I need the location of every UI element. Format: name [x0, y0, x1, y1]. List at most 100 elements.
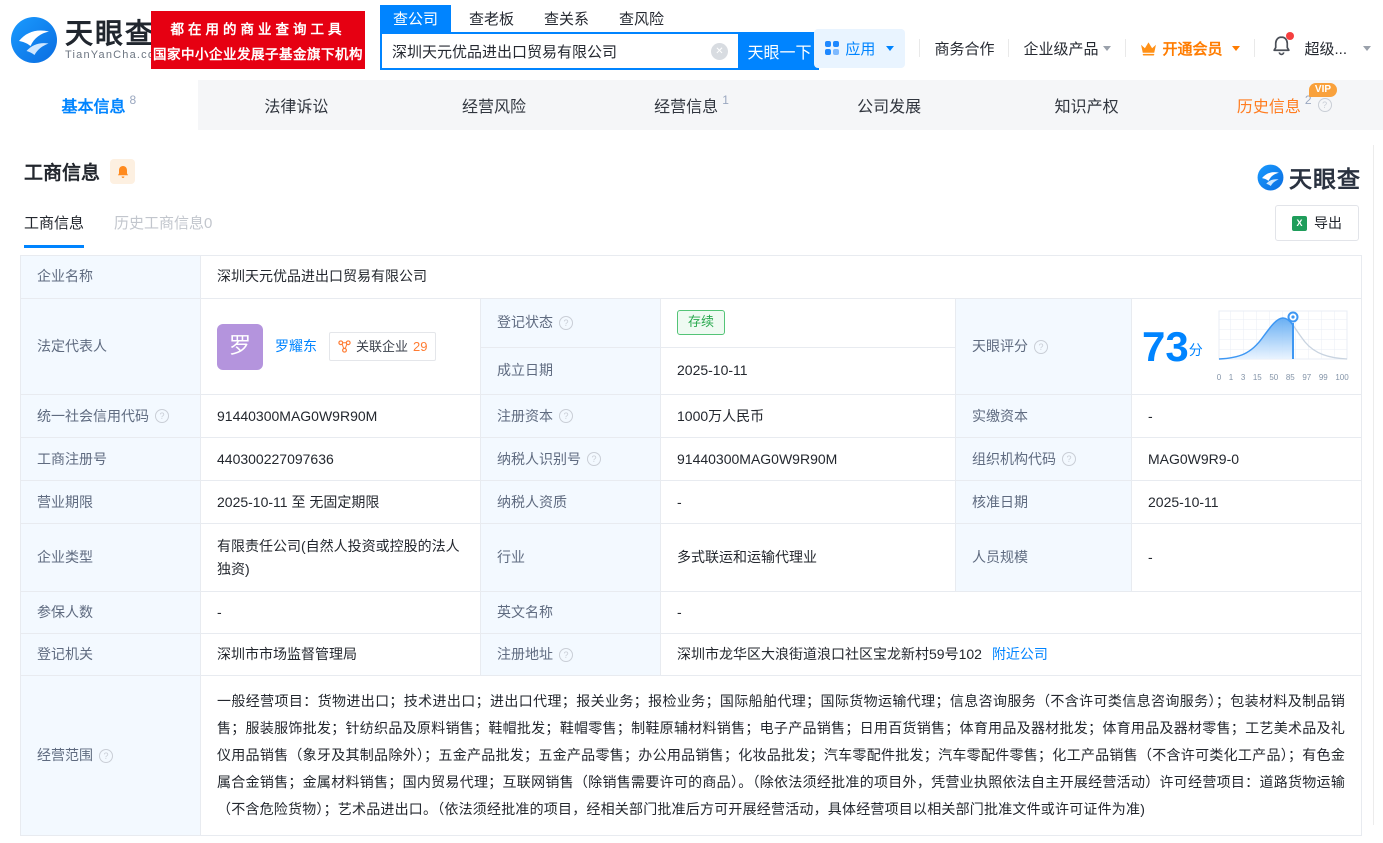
taxpayer-id-value: 91440300MAG0W9R90M — [661, 438, 956, 481]
search-area: 查公司 查老板 查关系 查风险 天眼一下 — [380, 5, 819, 70]
vip-badge: VIP — [1309, 83, 1337, 97]
nearby-companies-link[interactable]: 附近公司 — [992, 646, 1048, 662]
subtabs: 工商信息 历史工商信息0 — [24, 212, 212, 248]
establish-date-value: 2025-10-11 — [661, 347, 956, 395]
reg-capital-value: 1000万人民币 — [661, 395, 956, 438]
search-tab-risk[interactable]: 查风险 — [619, 5, 664, 32]
help-icon[interactable] — [99, 749, 113, 763]
tianyancha-company-page: 天眼查 TianYanCha.com 都在用的商业查询工具 国家中小企业发展子基… — [0, 0, 1383, 843]
search-tab-company[interactable]: 查公司 — [380, 5, 451, 32]
credit-code-label: 统一社会信用代码 — [37, 405, 184, 428]
address-value: 深圳市龙华区大浪街道浪口社区宝龙新村59号102 — [677, 646, 982, 662]
table-row: 企业类型 有限责任公司(自然人投资或控股的法人独资) 行业 多式联运和运输代理业… — [21, 524, 1362, 592]
score-axis-ticks: 0131550859799100 — [1217, 371, 1349, 384]
chevron-down-icon[interactable] — [1363, 46, 1371, 51]
divider — [1008, 39, 1009, 57]
clear-search-icon[interactable] — [711, 43, 728, 60]
industry-label: 行业 — [481, 524, 661, 592]
score-unit: 分 — [1189, 342, 1203, 358]
reg-authority-value: 深圳市市场监督管理局 — [201, 634, 481, 676]
chevron-down-icon — [886, 46, 894, 51]
score-distribution-chart: 0131550859799100 — [1217, 309, 1349, 384]
status-badge: 存续 — [677, 310, 725, 335]
industry-value: 多式联运和运输代理业 — [661, 524, 956, 592]
menu-enterprise-products[interactable]: 企业级产品 — [1023, 38, 1111, 59]
company-type-value: 有限责任公司(自然人投资或控股的法人独资) — [201, 524, 481, 592]
company-name-label: 企业名称 — [21, 256, 201, 299]
insured-label: 参保人数 — [21, 592, 201, 634]
tab-operation-risk[interactable]: 经营风险 — [395, 80, 593, 130]
account-menu[interactable]: 超级... — [1304, 38, 1347, 59]
subscribe-bell-button[interactable] — [110, 159, 135, 184]
help-icon[interactable] — [1318, 98, 1332, 112]
tab-business-info[interactable]: 经营信息 1 — [593, 80, 791, 130]
taxpayer-id-label: 纳税人识别号 — [497, 448, 644, 471]
excel-icon — [1292, 216, 1307, 231]
help-icon[interactable] — [587, 452, 601, 466]
notifications-bell[interactable] — [1271, 35, 1292, 61]
tab-history-info[interactable]: 历史信息 2 VIP — [1185, 80, 1383, 130]
help-icon[interactable] — [559, 409, 573, 423]
taxpayer-qual-label: 纳税人资质 — [481, 481, 661, 524]
open-vip-button[interactable]: 开通会员 — [1140, 38, 1240, 59]
tab-basic-info[interactable]: 基本信息 8 — [0, 80, 198, 130]
avatar[interactable]: 罗 — [217, 324, 263, 370]
section-title: 工商信息 — [24, 158, 100, 185]
top-menu: 应用 商务合作 企业级产品 开通会员 超级... — [814, 26, 1377, 70]
tab-company-development[interactable]: 公司发展 — [790, 80, 988, 130]
divider — [1125, 39, 1126, 57]
promo-banner: 都在用的商业查询工具 国家中小企业发展子基金旗下机构 — [151, 11, 365, 69]
promo-line1: 都在用的商业查询工具 — [171, 18, 346, 38]
tianyancha-logo-icon — [10, 16, 58, 64]
help-icon[interactable] — [559, 316, 573, 330]
tab-intellectual-property[interactable]: 知识产权 — [988, 80, 1186, 130]
approval-date-label: 核准日期 — [956, 481, 1132, 524]
apps-icon — [825, 41, 839, 55]
reg-capital-label: 注册资本 — [497, 405, 644, 428]
paid-capital-label: 实缴资本 — [956, 395, 1132, 438]
scrollbar[interactable] — [1373, 145, 1374, 825]
english-name-value: - — [661, 592, 1362, 634]
staff-size-label: 人员规模 — [956, 524, 1132, 592]
watermark-logo: 天眼查 — [1257, 160, 1361, 194]
related-companies-badge[interactable]: 关联企业 29 — [329, 332, 436, 361]
company-name-value: 深圳天元优品进出口贸易有限公司 — [201, 256, 1362, 299]
crown-icon — [1140, 41, 1157, 56]
help-icon[interactable] — [1062, 452, 1076, 466]
establish-date-label: 成立日期 — [481, 347, 661, 395]
reg-status-label: 登记状态 — [497, 311, 644, 334]
tianyancha-logo-icon — [1257, 164, 1284, 191]
apps-menu[interactable]: 应用 — [814, 29, 905, 68]
credit-code-value: 91440300MAG0W9R90M — [201, 395, 481, 438]
search-tabs: 查公司 查老板 查关系 查风险 — [380, 5, 819, 32]
search-input[interactable] — [392, 43, 711, 60]
tab-label: 基本信息 — [61, 93, 125, 117]
search-tab-boss[interactable]: 查老板 — [469, 5, 514, 32]
related-count: 29 — [413, 336, 427, 357]
help-icon[interactable] — [155, 409, 169, 423]
subtab-history-registration[interactable]: 历史工商信息0 — [114, 212, 212, 248]
tab-label: 经营信息 — [654, 93, 718, 117]
legal-rep-link[interactable]: 罗耀东 — [275, 335, 317, 358]
tab-label: 经营风险 — [462, 93, 526, 117]
apps-label: 应用 — [845, 38, 875, 59]
insured-value: - — [201, 592, 481, 634]
search-tab-relation[interactable]: 查关系 — [544, 5, 589, 32]
reg-number-label: 工商注册号 — [21, 438, 201, 481]
promo-line2: 国家中小企业发展子基金旗下机构 — [153, 43, 363, 63]
site-logo[interactable]: 天眼查 TianYanCha.com — [10, 16, 166, 64]
export-label: 导出 — [1314, 213, 1342, 233]
help-icon[interactable] — [1034, 340, 1048, 354]
menu-cooperation[interactable]: 商务合作 — [934, 38, 994, 59]
org-code-value: MAG0W9R9-0 — [1132, 438, 1362, 481]
table-row: 工商注册号 440300227097636 纳税人识别号 91440300MAG… — [21, 438, 1362, 481]
business-scope-value: 一般经营项目：货物进出口；技术进出口；进出口代理；报关业务；报检业务；国际船舶代… — [217, 688, 1345, 823]
tab-legal-proceedings[interactable]: 法律诉讼 — [198, 80, 396, 130]
search-button[interactable]: 天眼一下 — [740, 32, 819, 70]
subtab-business-registration[interactable]: 工商信息 — [24, 212, 84, 248]
divider — [1254, 39, 1255, 57]
paid-capital-value: - — [1132, 395, 1362, 438]
help-icon[interactable] — [559, 648, 573, 662]
export-button[interactable]: 导出 — [1275, 205, 1359, 241]
score-value: 73分 — [1142, 326, 1203, 368]
